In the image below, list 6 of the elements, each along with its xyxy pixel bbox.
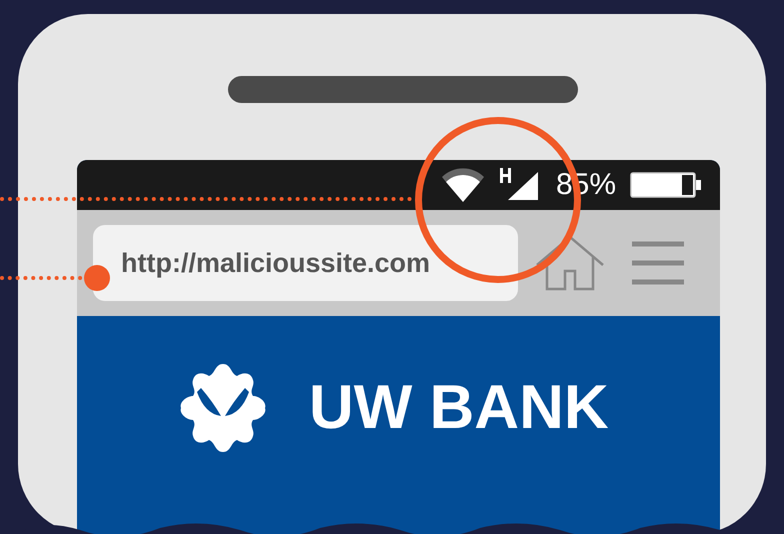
home-icon[interactable]	[535, 235, 605, 291]
bank-name: UW BANK	[309, 377, 609, 439]
battery-icon	[630, 170, 702, 200]
address-field[interactable]: http://malicioussite.com	[93, 225, 518, 301]
wifi-icon	[440, 167, 486, 203]
menu-icon[interactable]	[630, 240, 686, 286]
